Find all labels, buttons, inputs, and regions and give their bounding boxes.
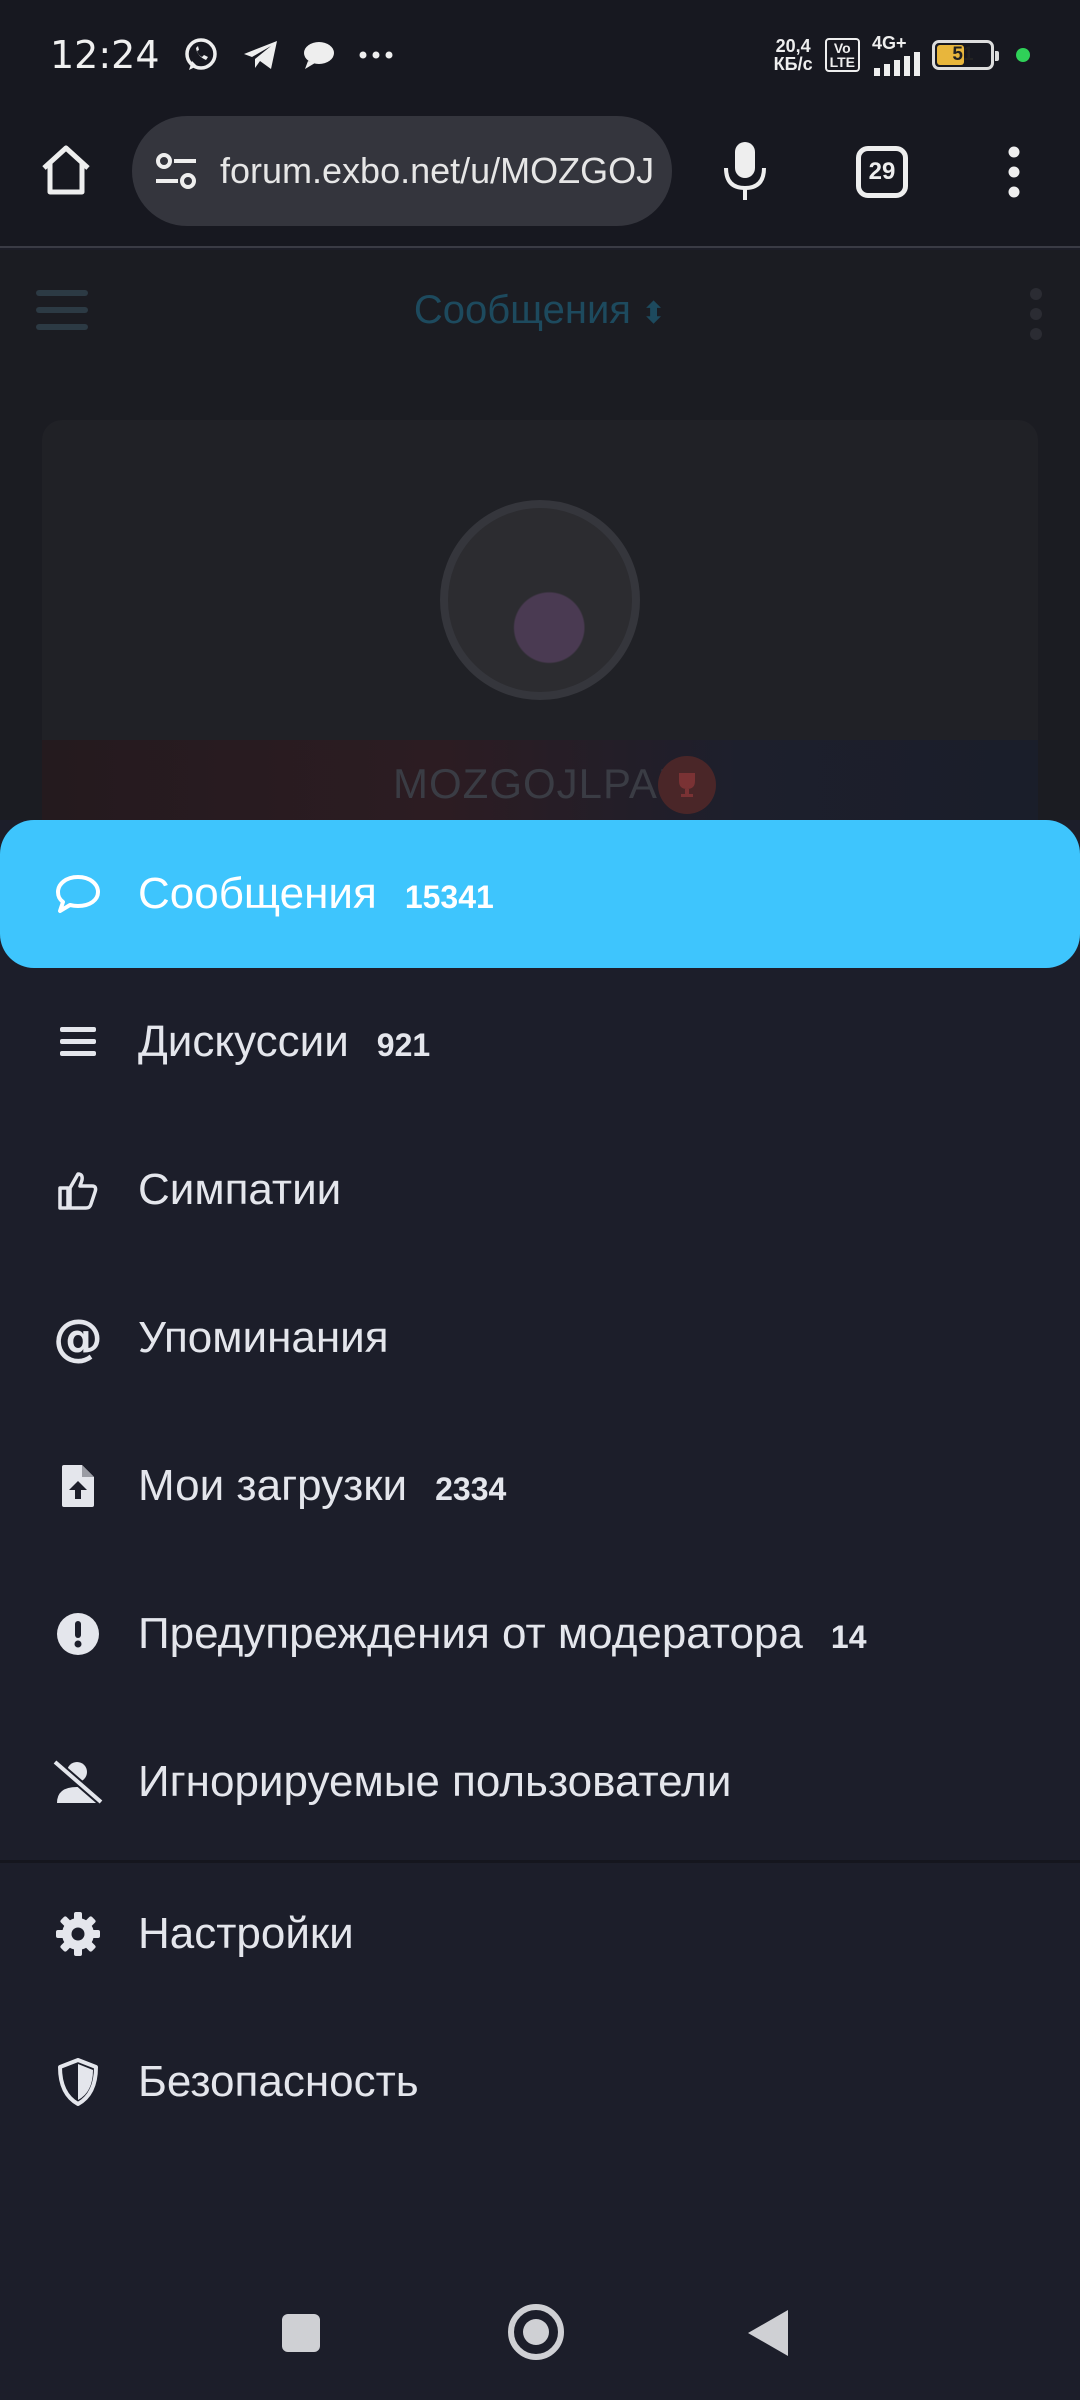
menu-item-label: Дискуссии: [138, 1017, 349, 1066]
privacy-dot: [1016, 48, 1030, 62]
menu-item-mentions[interactable]: @ Упоминания: [0, 1264, 1080, 1412]
network-speed: 20,4 КБ/с: [773, 36, 813, 74]
avatar: [440, 500, 640, 700]
username: MOZGOJLPAB: [393, 760, 687, 807]
system-nav-bar: [0, 2220, 1080, 2400]
profile-nav-menu: Сообщения 15341 Дискуссии 921 Симпатии @ У…: [0, 820, 1080, 2220]
recent-apps-button[interactable]: [282, 2314, 320, 2352]
telegram-icon: [243, 41, 277, 69]
menu-item-label: Игнорируемые пользователи: [138, 1757, 732, 1806]
battery-icon: 51: [932, 40, 999, 70]
trophy-icon: [658, 756, 716, 814]
browser-toolbar: forum.exbo.net/u/MOZGOJ 29: [0, 110, 1080, 248]
signal-icon: [874, 52, 920, 76]
comment-icon: [50, 866, 106, 922]
exclamation-icon: [50, 1606, 106, 1662]
site-settings-icon[interactable]: [152, 149, 202, 193]
page-menu-icon[interactable]: [1028, 286, 1044, 342]
menu-item-label: Симпатии: [138, 1165, 342, 1214]
home-icon[interactable]: [36, 140, 96, 200]
menu-item-count: 15341: [404, 879, 494, 915]
signal-indicator: 4G+: [872, 34, 920, 76]
menu-item-label: Предупреждения от модератора: [138, 1609, 803, 1658]
thumbs-up-icon: [50, 1162, 106, 1218]
tab-count: 29: [868, 158, 896, 185]
at-icon: @: [53, 1309, 103, 1367]
menu-item-uploads[interactable]: Мои загрузки 2334: [0, 1412, 1080, 1560]
menu-item-posts[interactable]: Сообщения 15341: [0, 820, 1080, 968]
sort-icon: ⬍: [640, 297, 667, 330]
menu-item-ignored-users[interactable]: Игнорируемые пользователи: [0, 1708, 1080, 1856]
url-text[interactable]: forum.exbo.net/u/MOZGOJ: [220, 150, 654, 192]
profile-page-background: Сообщения ⬍ MOZGOJLPAB: [0, 250, 1080, 820]
menu-item-label: Настройки: [138, 1909, 354, 1958]
overflow-menu-icon[interactable]: [994, 144, 1034, 200]
menu-item-warnings[interactable]: Предупреждения от модератора 14: [0, 1560, 1080, 1708]
home-button[interactable]: [508, 2304, 564, 2360]
menu-item-label: Сообщения: [138, 869, 377, 918]
back-button[interactable]: [748, 2310, 788, 2356]
menu-item-discussions[interactable]: Дискуссии 921: [0, 968, 1080, 1116]
status-time: 12:24: [50, 33, 160, 77]
menu-item-label: Безопасность: [138, 2057, 419, 2106]
more-icon: [359, 51, 393, 59]
list-icon: [50, 1014, 106, 1070]
menu-item-label: Упоминания: [138, 1313, 389, 1362]
user-slash-icon: [50, 1754, 106, 1810]
volte-badge: Vo LTE: [824, 38, 860, 72]
menu-item-label: Мои загрузки: [138, 1461, 408, 1510]
file-upload-icon: [50, 1458, 106, 1514]
tab-switcher-button[interactable]: 29: [856, 146, 908, 198]
shield-icon: [50, 2054, 106, 2110]
status-bar: 12:24 20,4 КБ/с Vo LTE 4G+ 51: [0, 0, 1080, 110]
menu-item-likes[interactable]: Симпатии: [0, 1116, 1080, 1264]
menu-item-count: 14: [830, 1619, 867, 1655]
menu-item-count: 921: [376, 1027, 431, 1063]
menu-item-security[interactable]: Безопасность: [0, 2008, 1080, 2156]
menu-item-count: 2334: [435, 1471, 507, 1507]
microphone-icon[interactable]: [718, 140, 772, 204]
gear-icon: [50, 1906, 106, 1962]
whatsapp-icon: [184, 38, 217, 70]
message-icon: [303, 42, 334, 69]
menu-item-settings[interactable]: Настройки: [0, 1860, 1080, 2008]
url-bar[interactable]: forum.exbo.net/u/MOZGOJ: [132, 116, 672, 226]
page-title[interactable]: Сообщения ⬍: [0, 288, 1080, 333]
